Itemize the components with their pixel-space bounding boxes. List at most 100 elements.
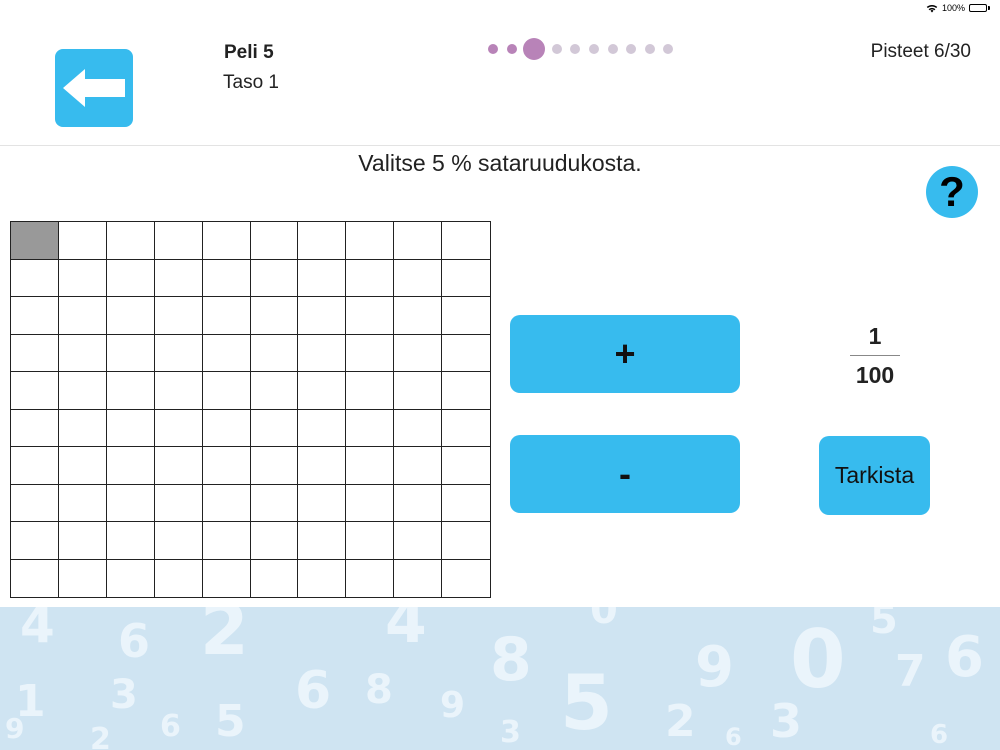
grid-cell[interactable] (298, 409, 347, 447)
grid-cell[interactable] (11, 372, 59, 410)
grid-cell[interactable] (298, 372, 347, 410)
grid-cell[interactable] (250, 222, 299, 260)
grid-cell[interactable] (202, 334, 251, 372)
minus-button[interactable]: - (510, 435, 740, 513)
grid-cell[interactable] (394, 409, 443, 447)
grid-cell[interactable] (346, 409, 395, 447)
grid-cell[interactable] (154, 259, 203, 297)
grid-cell[interactable] (11, 484, 59, 522)
grid-cell[interactable] (394, 372, 443, 410)
grid-cell[interactable] (106, 559, 155, 597)
grid-cell[interactable] (11, 447, 59, 485)
grid-cell[interactable] (394, 334, 443, 372)
plus-button[interactable]: + (510, 315, 740, 393)
grid-cell[interactable] (11, 297, 59, 335)
grid-cell[interactable] (58, 334, 107, 372)
grid-cell[interactable] (154, 297, 203, 335)
grid-cell[interactable] (202, 484, 251, 522)
grid-cell[interactable] (106, 447, 155, 485)
grid-cell[interactable] (106, 484, 155, 522)
grid-cell[interactable] (250, 559, 299, 597)
grid-cell[interactable] (106, 409, 155, 447)
grid-cell[interactable] (442, 222, 490, 260)
grid-cell[interactable] (298, 334, 347, 372)
grid-cell[interactable] (298, 259, 347, 297)
grid-cell[interactable] (106, 259, 155, 297)
grid-cell[interactable] (11, 409, 59, 447)
grid-cell[interactable] (106, 522, 155, 560)
grid-cell[interactable] (346, 297, 395, 335)
grid-cell[interactable] (346, 372, 395, 410)
grid-cell[interactable] (442, 522, 490, 560)
hundred-grid[interactable] (10, 221, 491, 598)
grid-cell[interactable] (346, 484, 395, 522)
grid-cell[interactable] (250, 297, 299, 335)
grid-cell[interactable] (202, 297, 251, 335)
check-button[interactable]: Tarkista (819, 436, 930, 515)
grid-cell[interactable] (346, 522, 395, 560)
grid-cell[interactable] (298, 522, 347, 560)
grid-cell[interactable] (11, 522, 59, 560)
grid-cell[interactable] (346, 259, 395, 297)
grid-cell[interactable] (250, 334, 299, 372)
grid-cell[interactable] (202, 372, 251, 410)
grid-cell[interactable] (442, 372, 490, 410)
grid-cell[interactable] (250, 259, 299, 297)
grid-cell[interactable] (394, 484, 443, 522)
grid-cell[interactable] (250, 484, 299, 522)
grid-cell[interactable] (442, 484, 490, 522)
grid-cell[interactable] (154, 334, 203, 372)
grid-cell[interactable] (394, 222, 443, 260)
grid-cell[interactable] (11, 559, 59, 597)
grid-cell[interactable] (154, 484, 203, 522)
grid-cell[interactable] (394, 559, 443, 597)
back-button[interactable] (55, 49, 133, 127)
grid-cell[interactable] (394, 297, 443, 335)
grid-cell[interactable] (58, 447, 107, 485)
grid-cell[interactable] (202, 447, 251, 485)
grid-cell-selected[interactable] (11, 222, 59, 260)
grid-cell[interactable] (154, 409, 203, 447)
grid-cell[interactable] (106, 334, 155, 372)
grid-cell[interactable] (154, 447, 203, 485)
grid-cell[interactable] (346, 334, 395, 372)
grid-cell[interactable] (154, 222, 203, 260)
grid-cell[interactable] (58, 559, 107, 597)
grid-cell[interactable] (202, 522, 251, 560)
grid-cell[interactable] (202, 409, 251, 447)
grid-cell[interactable] (442, 334, 490, 372)
grid-cell[interactable] (202, 222, 251, 260)
grid-cell[interactable] (346, 447, 395, 485)
grid-cell[interactable] (58, 372, 107, 410)
grid-cell[interactable] (394, 259, 443, 297)
grid-cell[interactable] (106, 222, 155, 260)
grid-cell[interactable] (106, 297, 155, 335)
grid-cell[interactable] (298, 559, 347, 597)
grid-cell[interactable] (394, 522, 443, 560)
grid-cell[interactable] (250, 447, 299, 485)
help-button[interactable]: ? (926, 166, 978, 218)
grid-cell[interactable] (298, 447, 347, 485)
grid-cell[interactable] (346, 559, 395, 597)
grid-cell[interactable] (298, 484, 347, 522)
grid-cell[interactable] (250, 409, 299, 447)
grid-cell[interactable] (394, 447, 443, 485)
grid-cell[interactable] (442, 409, 490, 447)
grid-cell[interactable] (154, 559, 203, 597)
grid-cell[interactable] (58, 484, 107, 522)
grid-cell[interactable] (58, 259, 107, 297)
grid-cell[interactable] (58, 522, 107, 560)
grid-cell[interactable] (58, 297, 107, 335)
grid-cell[interactable] (442, 559, 490, 597)
grid-cell[interactable] (154, 372, 203, 410)
grid-cell[interactable] (442, 297, 490, 335)
grid-cell[interactable] (346, 222, 395, 260)
grid-cell[interactable] (154, 522, 203, 560)
grid-cell[interactable] (298, 222, 347, 260)
grid-cell[interactable] (11, 259, 59, 297)
grid-cell[interactable] (58, 409, 107, 447)
grid-cell[interactable] (106, 372, 155, 410)
grid-cell[interactable] (202, 559, 251, 597)
grid-cell[interactable] (11, 334, 59, 372)
grid-cell[interactable] (250, 372, 299, 410)
